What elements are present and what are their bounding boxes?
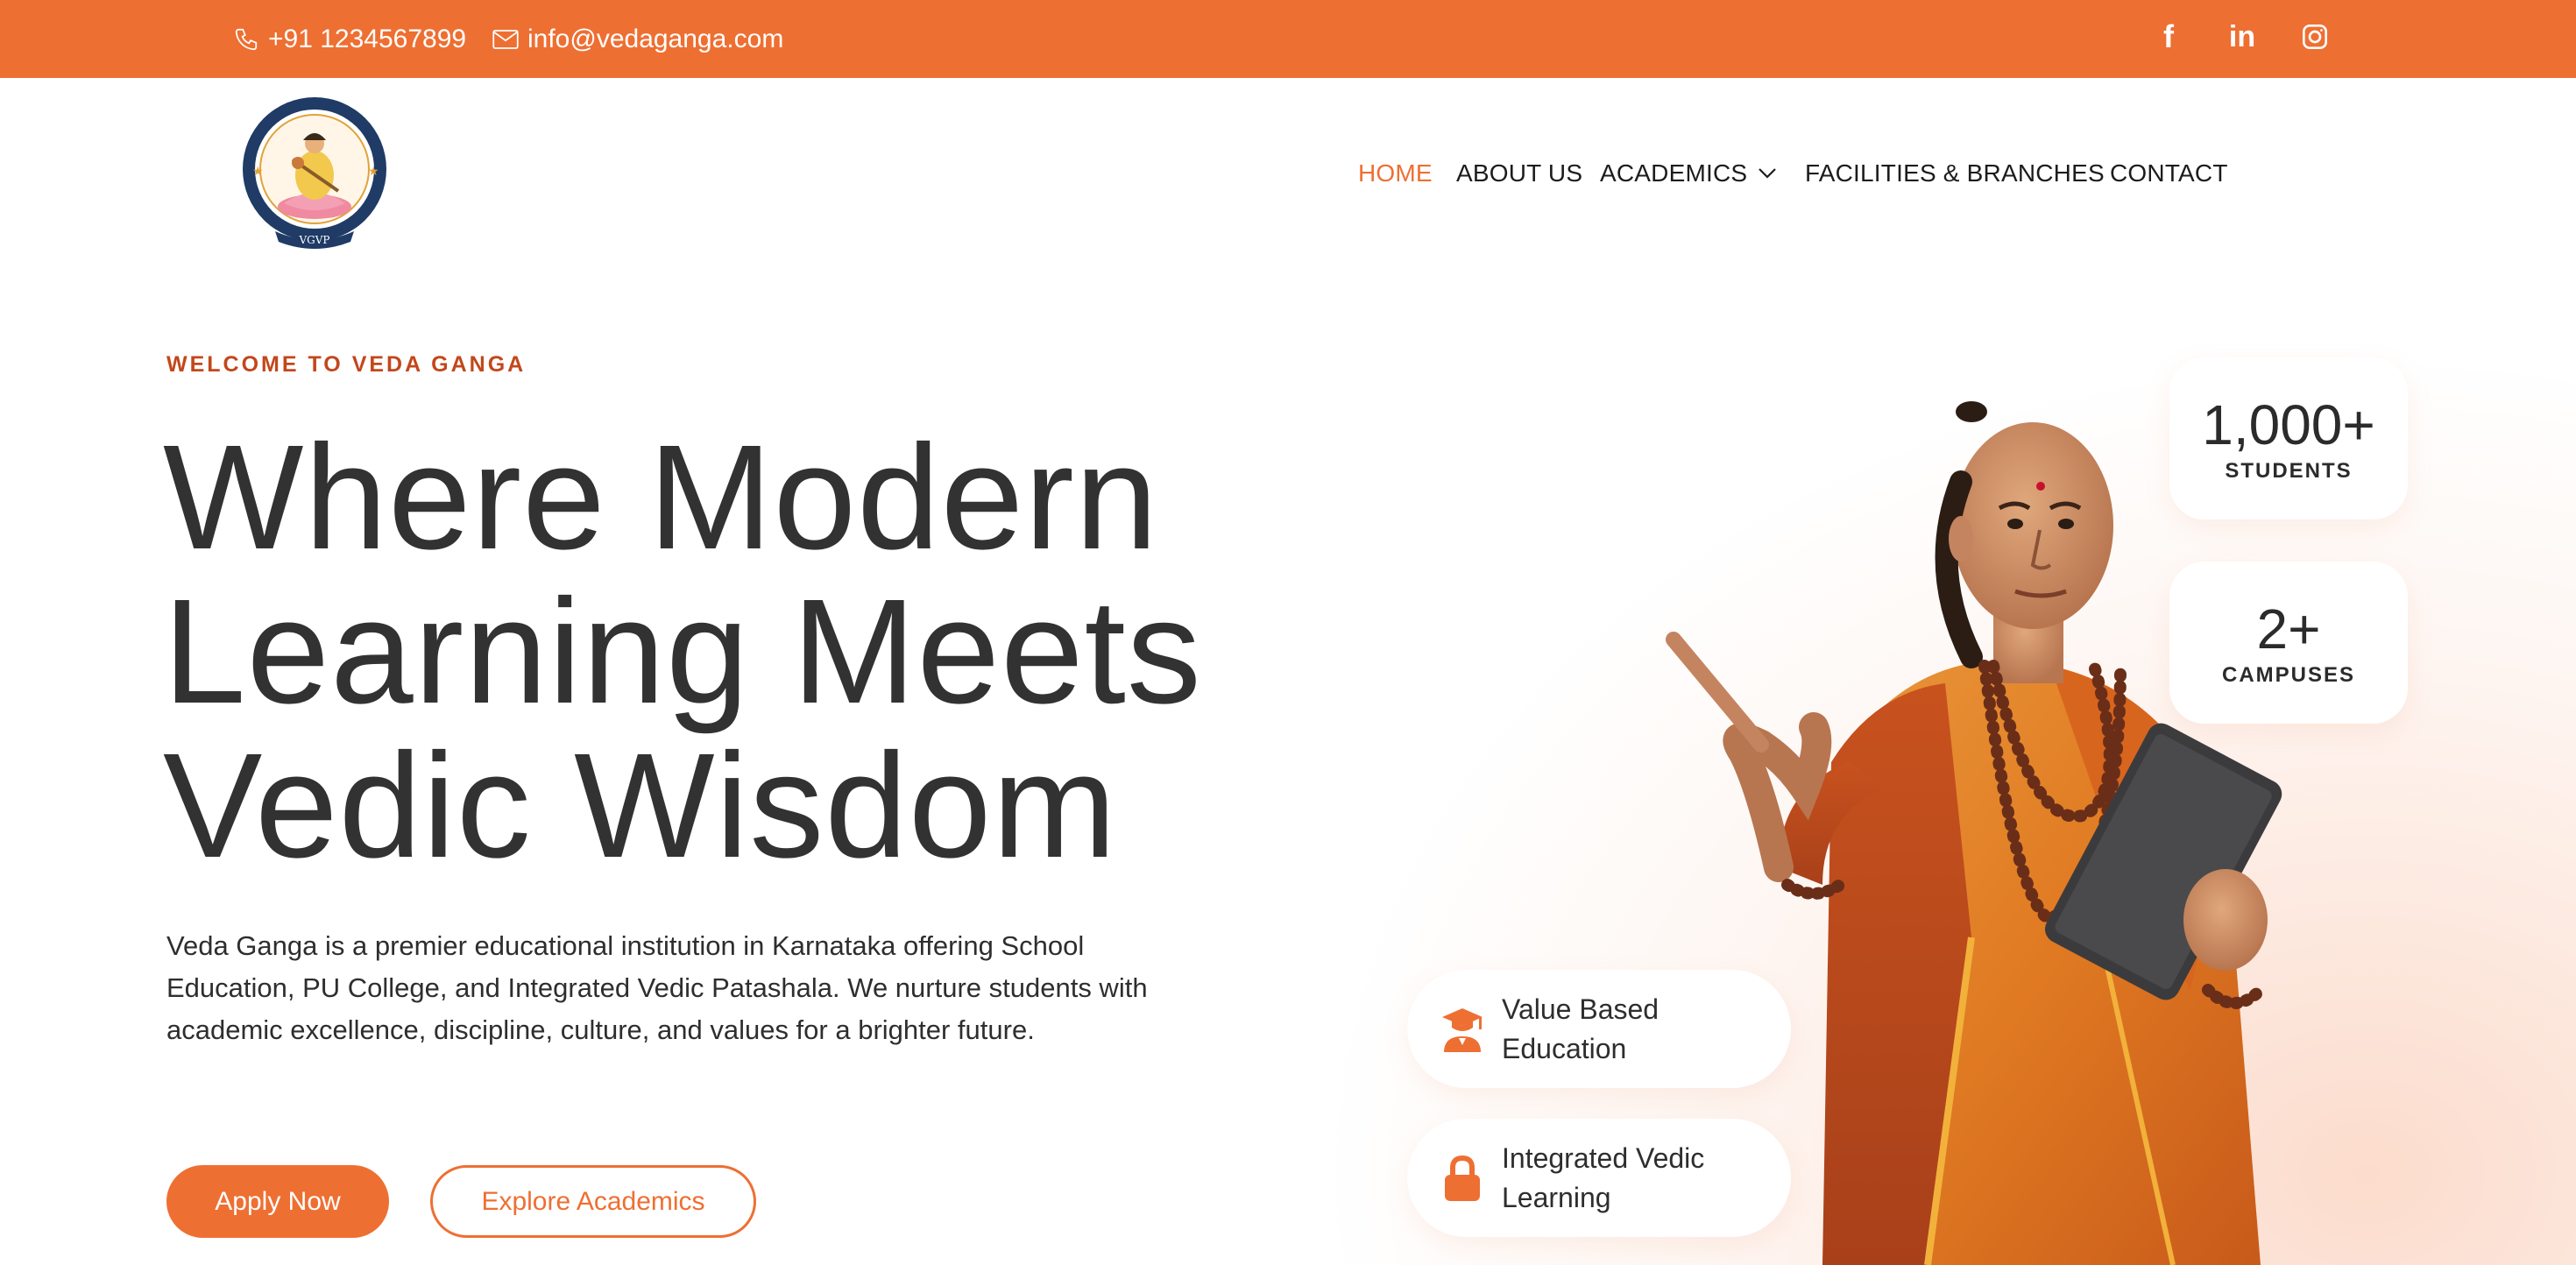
headline-line-3: Vedic Wisdom (163, 723, 1118, 889)
email-address: info@vedaganga.com (527, 24, 784, 53)
feature-label: Integrated Vedic Learning (1502, 1141, 1705, 1213)
feature-integrated-vedic-learning: Integrated Vedic Learning (1407, 1119, 1791, 1237)
stat-label: STUDENTS (2225, 458, 2353, 483)
phone-icon (235, 28, 258, 50)
graduate-icon (1442, 1008, 1483, 1052)
mail-icon (492, 29, 519, 49)
nav-academics-label: ACADEMICS (1600, 159, 1748, 187)
nav-contact[interactable]: CONTACT (2110, 149, 2228, 198)
headline-line-1: Where Modern (163, 414, 1159, 581)
stat-value: 2+ (2256, 597, 2321, 661)
veda-ganga-logo[interactable]: ★ ★ VGVP (240, 95, 389, 251)
nav-facilities-branches[interactable]: FACILITIES & BRANCHES (1805, 149, 2105, 198)
facebook-link[interactable]: f (2147, 0, 2190, 74)
linkedin-link[interactable]: in (2220, 0, 2264, 74)
phone-number: +91 1234567899 (268, 24, 467, 53)
nav-home-label: HOME (1358, 159, 1433, 187)
logo-inscription: VGVP (299, 234, 330, 246)
chevron-down-icon (1759, 168, 1777, 179)
nav-facilities-label: FACILITIES & BRANCHES (1805, 159, 2105, 187)
nav-about-us[interactable]: ABOUT US (1456, 149, 1582, 198)
phone-contact[interactable]: +91 1234567899 (233, 0, 466, 78)
nav-home[interactable]: HOME (1358, 149, 1433, 198)
email-contact[interactable]: info@vedaganga.com (492, 0, 783, 78)
hero-eyebrow: WELCOME TO VEDA GANGA (166, 352, 527, 377)
svg-text:★: ★ (368, 165, 379, 179)
nav-academics[interactable]: ACADEMICS (1600, 149, 1777, 198)
stat-value: 1,000+ (2202, 392, 2375, 456)
hero-headline: Where Modern Learning Meets Vedic Wisdom (163, 420, 1390, 883)
nav-contact-label: CONTACT (2110, 159, 2228, 187)
linkedin-icon: in (2228, 19, 2256, 53)
hero-intro: Veda Ganga is a premier educational inst… (166, 930, 1148, 1045)
stat-label: CAMPUSES (2221, 662, 2356, 687)
facebook-icon: f (2163, 18, 2174, 54)
headline-line-2: Learning Meets (163, 569, 1202, 735)
feature-value-based-education: Value Based Education (1407, 970, 1791, 1088)
lock-icon (1445, 1155, 1480, 1201)
nav-about-label: ABOUT US (1456, 159, 1583, 187)
instagram-link[interactable] (2293, 0, 2337, 74)
apply-now-button[interactable]: Apply Now (166, 1165, 389, 1238)
stat-card-students: 1,000+ STUDENTS (2169, 357, 2408, 519)
explore-academics-button[interactable]: Explore Academics (430, 1165, 756, 1238)
instagram-icon (2303, 25, 2327, 49)
feature-label: Value Based Education (1502, 993, 1660, 1064)
svg-text:★: ★ (252, 165, 264, 179)
top-bar: +91 1234567899 info@vedaganga.com f in (0, 0, 2576, 78)
stat-card-campuses: 2+ CAMPUSES (2169, 562, 2408, 724)
